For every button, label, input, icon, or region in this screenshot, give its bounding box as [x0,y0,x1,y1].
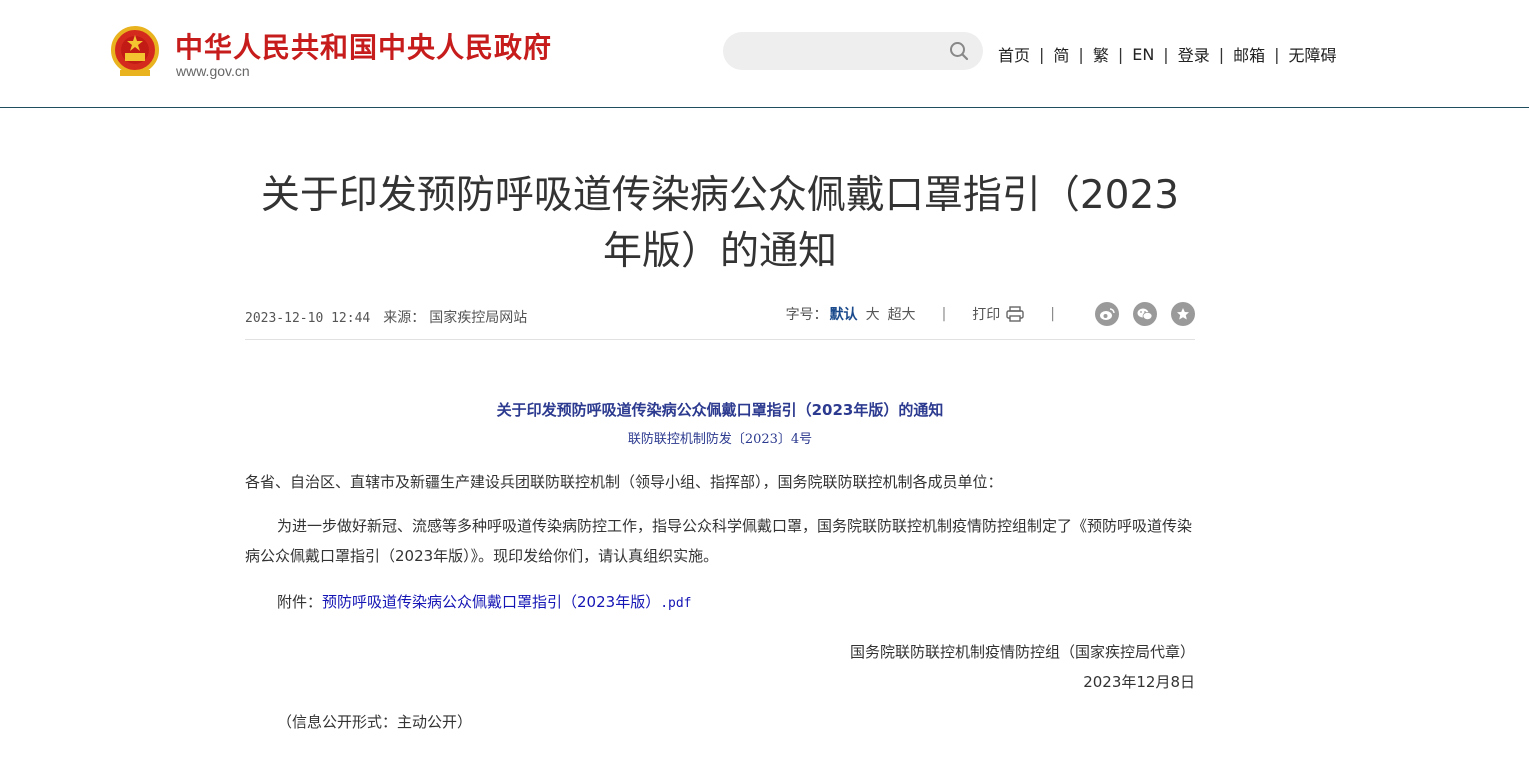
nav-separator: | [1274,44,1280,64]
print-button[interactable]: 打印 [972,304,1024,324]
weibo-icon[interactable] [1095,302,1119,326]
font-size-large[interactable]: 大 [866,304,880,324]
nav-separator: | [1218,44,1225,64]
article-meta: 2023-12-10 12:44 来源： 国家疾控局网站 [245,307,540,327]
attachment-link-text: 预防呼吸道传染病公众佩戴口罩指引（2023年版） [322,593,661,611]
search-icon[interactable] [949,41,969,61]
article-tools: 字号： 默认 大 超大 | 打印 | [786,302,1195,326]
attachment-paragraph: 附件：预防呼吸道传染病公众佩戴口罩指引（2023年版）.pdf [245,587,1195,619]
meta-divider [245,339,1195,340]
site-title[interactable]: 中华人民共和国中央人民政府 [175,26,552,66]
font-size-label: 字号： [785,307,828,323]
publish-datetime: 2023-12-10 12:44 [245,311,371,326]
nav-login[interactable]: 登录 [1178,42,1210,66]
article-title: 关于印发预防呼吸道传染病公众佩戴口罩指引（2023年版）的通知 [260,173,1180,274]
document-number: 联防联控机制防发〔2023〕4号 [627,432,813,447]
nav-separator: | [1078,44,1084,64]
nav-english[interactable]: EN [1132,45,1154,64]
disclosure-note: （信息公开形式：主动公开） [277,713,473,731]
site-url[interactable]: www.gov.cn [176,63,250,79]
nav-mailbox[interactable]: 邮箱 [1233,42,1265,66]
top-nav: 首页 | 简 | 繁 | EN | 登录 | 邮箱 | 无障碍 [998,42,1337,66]
attachment-link[interactable]: 预防呼吸道传染病公众佩戴口罩指引（2023年版）.pdf [322,593,692,611]
nav-home[interactable]: 首页 [998,42,1030,66]
attachment-extension: .pdf [660,596,692,611]
printer-icon [1006,306,1024,322]
favorite-icon[interactable] [1171,302,1195,326]
nav-simplified[interactable]: 简 [1053,42,1069,66]
nav-accessibility[interactable]: 无障碍 [1289,42,1337,66]
wechat-icon[interactable] [1133,302,1157,326]
main-paragraph: 为进一步做好新冠、流感等多种呼吸道传染病防控工作，指导公众科学佩戴口罩，国务院联… [245,517,1193,565]
nav-traditional[interactable]: 繁 [1093,42,1109,66]
article-body: 关于印发预防呼吸道传染病公众佩戴口罩指引（2023年版）的通知 联防联控机制防发… [245,395,1195,737]
national-emblem-icon[interactable] [110,26,160,78]
site-header: 中华人民共和国中央人民政府 www.gov.cn 首页 | 简 | 繁 | EN… [0,0,1529,108]
signature: 国务院联防联控机制疫情防控组（国家疾控局代章） [849,643,1195,661]
content-subtitle: 关于印发预防呼吸道传染病公众佩戴口罩指引（2023年版）的通知 [496,401,944,419]
source-name: 国家疾控局网站 [429,310,528,326]
source-label: 来源： [383,310,426,326]
nav-separator: | [1117,44,1124,64]
tools-separator: | [1050,306,1055,322]
font-size-default[interactable]: 默认 [830,304,858,324]
search-input[interactable] [723,32,983,70]
attachment-label: 附件： [277,593,323,611]
issue-date: 2023年12月8日 [1083,673,1195,691]
nav-separator: | [1039,44,1045,64]
print-label: 打印 [972,307,1001,323]
nav-separator: | [1163,44,1169,64]
font-size-xlarge[interactable]: 超大 [888,304,916,324]
recipients-paragraph: 各省、自治区、直辖市及新疆生产建设兵团联防联控机制（领导小组、指挥部），国务院联… [245,473,1003,491]
tools-separator: | [941,306,947,322]
